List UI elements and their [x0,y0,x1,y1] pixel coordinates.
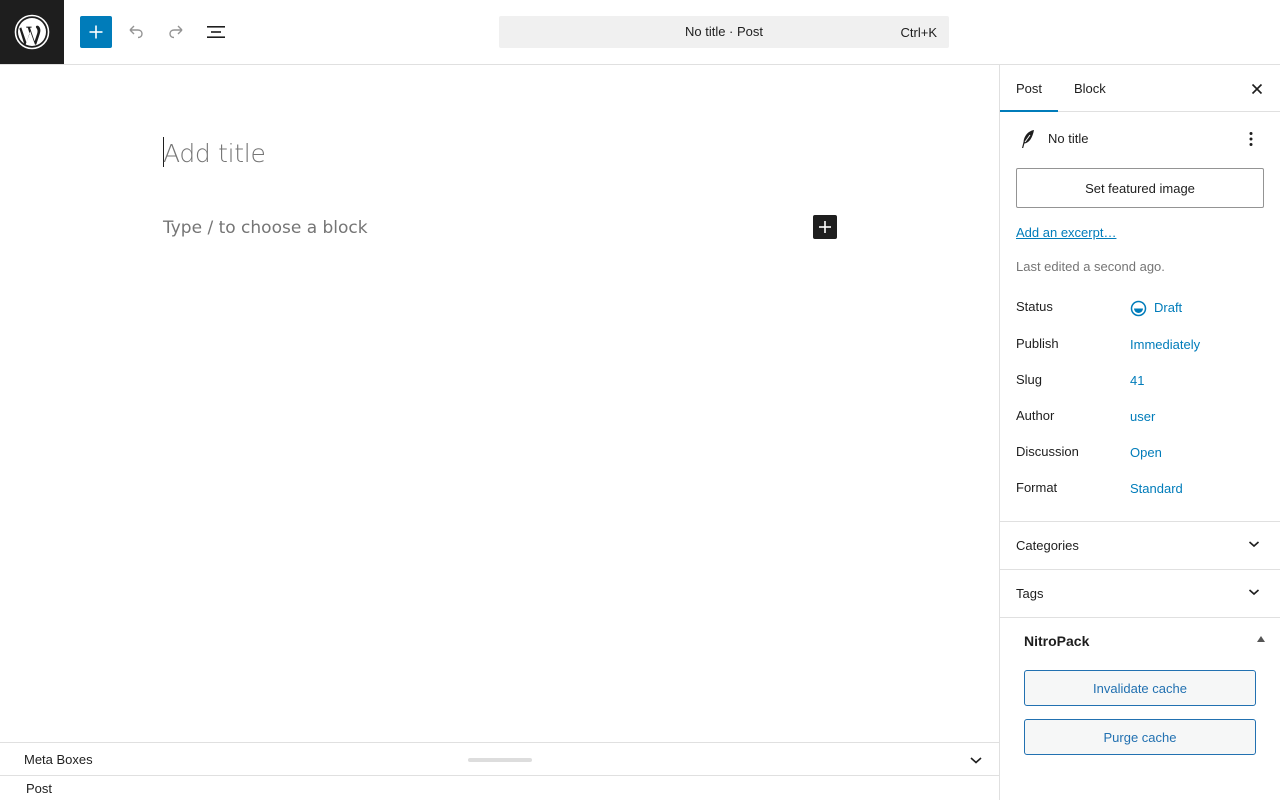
default-block-appender[interactable]: Type / to choose a block [163,218,368,238]
status-label: Status [1016,299,1053,314]
tags-panel-title: Tags [1016,586,1044,601]
discussion-value-button[interactable]: Open [1130,445,1162,460]
meta-boxes-label: Meta Boxes [24,752,93,767]
redo-icon [169,25,183,39]
tab-block[interactable]: Block [1058,65,1122,112]
undo-button[interactable] [120,16,152,48]
plus-icon [819,221,831,233]
collapse-arrow-icon[interactable] [1257,636,1265,642]
settings-sidebar: Post Block No title Set featured image A… [1000,65,1280,800]
discussion-label: Discussion [1016,444,1079,459]
invalidate-cache-button[interactable]: Invalidate cache [1024,670,1256,706]
post-card: No title [1016,129,1264,149]
format-value-button[interactable]: Standard [1130,481,1183,496]
format-row: Format Standard [1016,480,1264,500]
add-excerpt-link[interactable]: Add an excerpt… [1016,225,1116,240]
tab-post[interactable]: Post [1000,65,1058,112]
slug-row: Slug 41 [1016,372,1264,392]
document-overview-button[interactable] [200,16,232,48]
keyboard-shortcut-label: Ctrl+K [900,25,937,40]
editor-header: No title · Post Ctrl+K [0,0,1280,65]
redo-button[interactable] [160,16,192,48]
meta-boxes-toggle-button[interactable] [966,753,986,767]
undo-icon [129,25,143,39]
document-title: No title · Post [684,24,764,39]
chevron-down-icon [1248,589,1260,596]
resize-handle[interactable] [468,758,532,762]
chevron-down-icon [1248,541,1260,548]
tags-panel-toggle[interactable]: Tags [1000,569,1280,617]
list-view-icon [207,26,225,38]
plus-icon [89,25,103,39]
more-vertical-icon [1249,132,1253,146]
post-actions-button[interactable] [1242,129,1260,149]
breadcrumb[interactable]: Post [26,781,52,796]
status-value-button[interactable]: Draft [1154,300,1182,315]
draft-status-icon [1130,300,1147,317]
editor-canvas: Add title Type / to choose a block [0,65,999,742]
categories-panel-title: Categories [1016,538,1079,553]
chevron-down-icon [970,757,982,764]
close-icon [1251,83,1263,95]
categories-panel-toggle[interactable]: Categories [1000,521,1280,569]
author-value-button[interactable]: user [1130,409,1155,424]
block-inserter-button[interactable] [813,215,837,239]
author-row: Author user [1016,408,1264,428]
publish-label: Publish [1016,336,1059,351]
publish-value-button[interactable]: Immediately [1130,337,1200,352]
feather-icon [1022,130,1034,148]
nitropack-title: NitroPack [1024,633,1090,649]
post-title-input[interactable]: Add title [163,139,266,168]
sidebar-tabs: Post Block [1000,65,1280,112]
discussion-row: Discussion Open [1016,444,1264,464]
add-block-button[interactable] [80,16,112,48]
close-sidebar-button[interactable] [1248,80,1266,98]
nitropack-metabox: NitroPack Invalidate cache Purge cache [1000,617,1280,800]
post-title-label: No title [1048,131,1089,146]
wordpress-logo-icon[interactable] [0,0,64,64]
set-featured-image-button[interactable]: Set featured image [1016,168,1264,208]
slug-label: Slug [1016,372,1043,387]
last-edited-text: Last edited a second ago. [1016,259,1165,274]
status-row: Status Draft [1016,299,1264,319]
meta-boxes-panel: Meta Boxes [0,742,999,776]
slug-value-button[interactable]: 41 [1130,373,1144,388]
publish-row: Publish Immediately [1016,336,1264,356]
purge-cache-button[interactable]: Purge cache [1024,719,1256,755]
author-label: Author [1016,408,1055,423]
format-label: Format [1016,480,1058,495]
command-palette-bar[interactable]: No title · Post Ctrl+K [499,16,949,48]
